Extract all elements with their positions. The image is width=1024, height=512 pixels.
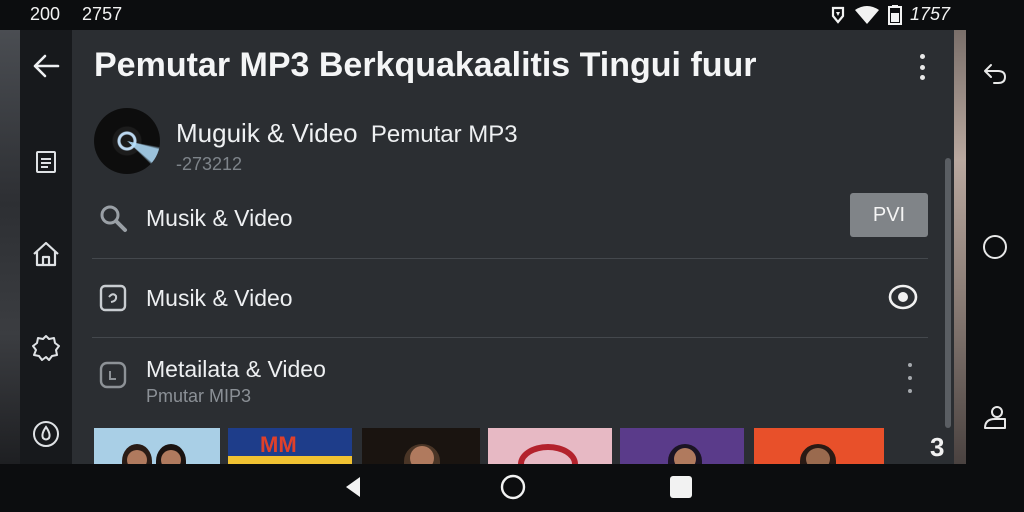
page-title: Pemutar MP3 Berkquakaalitis Tingui fuur: [94, 46, 757, 84]
thumbnail[interactable]: [620, 428, 744, 464]
thumbnail[interactable]: [754, 428, 884, 464]
more-vertical-icon: [919, 54, 925, 80]
back-triangle-icon: [342, 475, 364, 504]
sidebar-item-documents[interactable]: [20, 142, 72, 186]
list-item-menu-button[interactable]: [905, 363, 915, 393]
background-left-edge: [0, 30, 22, 464]
battery-icon: [887, 4, 902, 25]
app-name-suffix: Pemutar MP3: [370, 121, 518, 148]
nav-back-button[interactable]: [338, 474, 368, 504]
sidebar-item-home[interactable]: [20, 234, 72, 278]
status-bar: 200 2757 1757: [0, 0, 1024, 30]
status-time-left: 200: [30, 4, 61, 24]
more-vertical-icon: [908, 363, 912, 393]
thumbnail-strip: MM 3: [94, 428, 954, 464]
thumbnail[interactable]: [362, 428, 480, 464]
right-rail: [966, 30, 1024, 464]
eye-icon[interactable]: [888, 284, 918, 315]
document-icon: [34, 150, 58, 179]
thumbnail[interactable]: [94, 428, 220, 464]
pvi-button[interactable]: PVI: [850, 193, 928, 237]
status-time-right: 1757: [909, 4, 950, 24]
undo-icon: [982, 61, 1008, 90]
search-icon: [98, 203, 128, 233]
gear-icon: [32, 334, 60, 367]
sidebar-item-drop[interactable]: [20, 414, 72, 458]
status-clock: 2757: [82, 4, 123, 24]
home-icon: [32, 241, 60, 272]
undo-button[interactable]: [978, 58, 1012, 92]
overflow-menu-button[interactable]: [910, 52, 934, 82]
wifi-icon: [854, 5, 880, 24]
circle-icon: [982, 234, 1008, 265]
sidebar: [20, 30, 72, 464]
main-panel: Pemutar MP3 Berkquakaalitis Tingui fuur …: [72, 30, 954, 464]
list-item-label: Musik & Video: [146, 205, 293, 231]
recents-square-icon: [668, 474, 694, 505]
list-item-label: Metailata & Video: [146, 356, 326, 382]
scrollbar[interactable]: [945, 158, 951, 428]
list-item-label: Musik & Video: [146, 285, 293, 311]
media-icon: [98, 360, 128, 390]
thumbnail[interactable]: MM: [228, 428, 352, 464]
sidebar-item-settings[interactable]: [20, 328, 72, 372]
media-icon: [98, 283, 128, 313]
notification-icon: [830, 6, 846, 24]
more-thumbnails-count[interactable]: 3: [930, 432, 944, 463]
thumbnail[interactable]: [488, 428, 612, 464]
drop-icon: [32, 420, 60, 453]
person-icon: [982, 404, 1008, 435]
nav-recents-button[interactable]: [666, 474, 696, 504]
list-item[interactable]: Metailata & Video Pmutar MIP3: [92, 338, 928, 416]
list-item[interactable]: Musik & Video: [92, 259, 928, 337]
list-item[interactable]: Musik & Video: [92, 180, 928, 258]
app-name: Muguik & Video Pemutar MP3: [176, 118, 518, 149]
home-circle-button[interactable]: [978, 232, 1012, 266]
navigation-bar: [0, 464, 1024, 512]
nav-home-button[interactable]: [498, 474, 528, 504]
home-circle-icon: [499, 473, 527, 506]
list-item-sublabel: Pmutar MIP3: [146, 386, 252, 406]
app-subtitle: -273212: [176, 154, 243, 174]
arrow-left-icon: [32, 54, 60, 83]
profile-button[interactable]: [978, 402, 1012, 436]
app-name-primary: Muguik & Video: [176, 118, 358, 148]
thumbnail-caption: MM: [260, 432, 297, 457]
back-button[interactable]: [20, 46, 72, 90]
album-art-disc[interactable]: [94, 108, 160, 174]
